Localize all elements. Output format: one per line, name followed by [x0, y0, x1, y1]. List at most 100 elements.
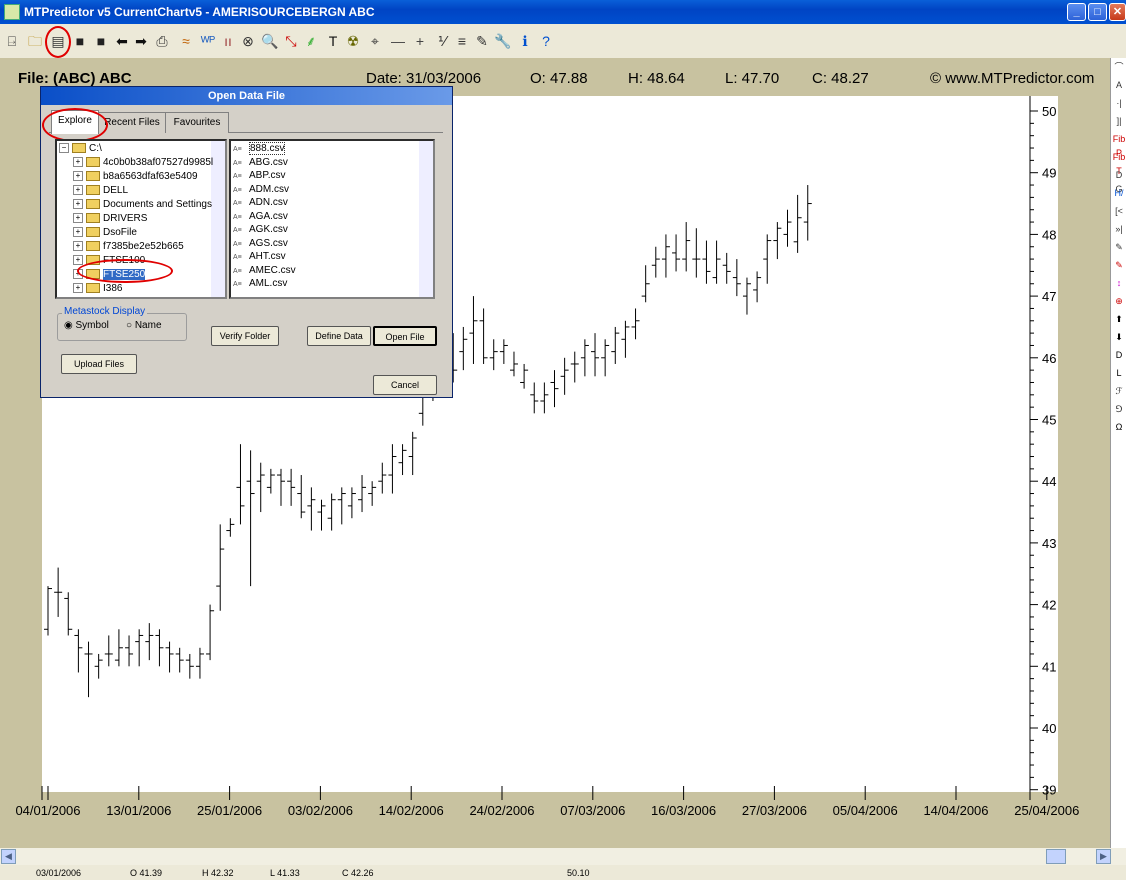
expand-icon[interactable]: +	[73, 213, 83, 224]
expand-icon[interactable]: +	[73, 171, 83, 182]
status-open: O 41.39	[130, 868, 163, 878]
right-tool-10-icon[interactable]: »|	[1112, 222, 1126, 236]
right-tool-8-icon[interactable]: H/	[1112, 186, 1126, 200]
tree-item[interactable]: − C:\	[59, 142, 102, 155]
file-name: AHT.csv	[249, 251, 286, 262]
expand-icon[interactable]: +	[73, 283, 83, 294]
status-bar: 03/01/2006 O 41.39 H 42.32 L 41.33 C 42.…	[0, 865, 1126, 880]
tree-item[interactable]: + DsoFile	[73, 226, 137, 239]
open-file-button[interactable]: Open File	[373, 326, 437, 346]
csv-file-icon: A≡	[233, 227, 242, 234]
scroll-right-icon[interactable]: ▶	[1096, 849, 1111, 864]
csv-file-icon: A≡	[233, 173, 242, 180]
file-list[interactable]: A≡ 888.csv A≡ ABG.csv A≡ ABP.csv A≡ ADM.csv A≡ AD…	[229, 139, 435, 299]
right-tool-20-icon[interactable]: ⅁	[1112, 402, 1126, 416]
tree-item[interactable]: + b8a6563dfaf63e5409	[73, 170, 198, 183]
folder-icon	[86, 185, 100, 196]
right-tool-15-icon[interactable]: ⬆	[1112, 312, 1126, 326]
radio-name[interactable]: ○ Name	[126, 320, 162, 331]
x-tick-label: 03/02/2006	[288, 803, 353, 818]
tree-item[interactable]: +4c0b0b38af07527d9985l	[73, 156, 213, 169]
right-tool-18-icon[interactable]: L	[1112, 366, 1126, 380]
right-tool-13-icon[interactable]: ↕	[1112, 276, 1126, 290]
annotation-circle-folder-icon	[77, 259, 173, 283]
tree-item[interactable]: + DRIVERS	[73, 212, 147, 225]
folder-icon	[72, 143, 86, 154]
file-list-item[interactable]: A≡ ABG.csv	[233, 156, 288, 169]
status-high: H 42.32	[202, 868, 234, 878]
expand-icon[interactable]: +	[73, 255, 83, 266]
scroll-thumb[interactable]	[1046, 849, 1066, 864]
file-list-item[interactable]: A≡ AGK.csv	[233, 223, 288, 236]
status-date: 03/01/2006	[36, 868, 82, 878]
right-tool-11-icon[interactable]: ✎	[1112, 240, 1126, 254]
horizontal-scrollbar[interactable]: ◀ ▶	[0, 848, 1126, 865]
file-name: AGS.csv	[249, 237, 288, 249]
metastock-display-group: Metastock Display ◉ Symbol ○ Name	[57, 306, 187, 341]
right-tool-4-icon[interactable]: ]|	[1112, 114, 1126, 128]
right-tool-16-icon[interactable]: ⬇	[1112, 330, 1126, 344]
close-button[interactable]: ✕	[1109, 3, 1126, 21]
radio-symbol[interactable]: ◉ Symbol	[64, 320, 109, 331]
expand-icon[interactable]: +	[73, 185, 83, 196]
x-tick-label: 14/04/2006	[923, 803, 988, 818]
verify-folder-button[interactable]: Verify Folder	[211, 326, 279, 346]
file-list-item[interactable]: A≡ 888.csv	[233, 142, 286, 155]
x-tick-label: 27/03/2006	[742, 803, 807, 818]
tree-item-label: C:\	[89, 143, 102, 154]
expand-icon[interactable]: +	[73, 241, 83, 252]
file-list-item[interactable]: A≡ ADN.csv	[233, 196, 288, 209]
csv-file-icon: A≡	[233, 159, 242, 167]
tab-recent-files[interactable]: Recent Files	[98, 112, 166, 133]
csv-file-icon: A≡	[233, 146, 242, 153]
right-tool-9-icon[interactable]: [<	[1112, 204, 1126, 218]
define-data-button[interactable]: Define Data	[307, 326, 371, 346]
x-tick-label: 24/02/2006	[469, 803, 534, 818]
annotation-circle-explore-icon	[42, 108, 108, 142]
tree-item[interactable]: + f7385be2e52b665	[73, 240, 184, 253]
right-tool-2-icon[interactable]: A	[1112, 78, 1126, 92]
right-tool-12-icon[interactable]: ✎	[1112, 258, 1126, 272]
expand-icon[interactable]: +	[73, 227, 83, 238]
x-tick-label: 25/04/2006	[1014, 803, 1079, 818]
csv-file-icon: A≡	[233, 240, 242, 248]
file-list-scrollbar[interactable]	[419, 141, 433, 297]
open-data-file-dialog: Open Data File Explore Recent Files Favo…	[40, 86, 453, 398]
folder-icon	[86, 171, 100, 182]
right-tool-17-icon[interactable]: D	[1112, 348, 1126, 362]
file-list-item[interactable]: A≡ AMEC.csv	[233, 264, 296, 277]
y-tick-label: 41	[1042, 659, 1056, 674]
x-tick-label: 07/03/2006	[560, 803, 625, 818]
cancel-button[interactable]: Cancel	[373, 375, 437, 395]
tree-item[interactable]: + DELL	[73, 184, 128, 197]
file-list-item[interactable]: A≡ ADM.csv	[233, 183, 289, 196]
folder-icon	[86, 157, 100, 168]
metastock-display-label: Metastock Display	[62, 306, 148, 317]
file-list-item[interactable]: A≡ AML.csv	[233, 277, 287, 290]
right-tool-3-icon[interactable]: ·|	[1112, 96, 1126, 110]
file-list-item[interactable]: A≡ AGS.csv	[233, 237, 288, 250]
tree-item-label: DsoFile	[103, 227, 137, 238]
right-tool-1-icon[interactable]: ⌒	[1112, 60, 1126, 74]
expand-icon[interactable]: +	[73, 157, 83, 168]
right-tool-21-icon[interactable]: Ω	[1112, 420, 1126, 434]
tree-item-label: DELL	[103, 185, 129, 196]
file-list-item[interactable]: A≡ AHT.csv	[233, 250, 286, 263]
tree-item[interactable]: + Documents and Settings	[73, 198, 212, 211]
file-list-item[interactable]: A≡ AGA.csv	[233, 210, 288, 223]
expand-icon[interactable]: −	[59, 143, 69, 154]
scroll-left-icon[interactable]: ◀	[1, 849, 16, 864]
file-list-item[interactable]: A≡ ABP.csv	[233, 169, 286, 182]
radio-symbol-label: Symbol	[75, 320, 109, 331]
expand-icon[interactable]: +	[73, 199, 83, 210]
tab-favourites[interactable]: Favourites	[165, 112, 229, 133]
upload-files-button[interactable]: Upload Files	[61, 354, 137, 374]
tree-item[interactable]: + I386	[73, 282, 122, 295]
csv-file-icon: A≡	[233, 186, 242, 194]
csv-file-icon: A≡	[233, 267, 242, 275]
file-name: AML.csv	[249, 278, 288, 289]
right-tool-19-icon[interactable]: ℱ	[1112, 384, 1126, 398]
right-tool-14-icon[interactable]: ⊕	[1112, 294, 1126, 308]
y-tick-label: 46	[1042, 351, 1056, 366]
tree-item-label: Documents and Settings	[103, 199, 212, 210]
